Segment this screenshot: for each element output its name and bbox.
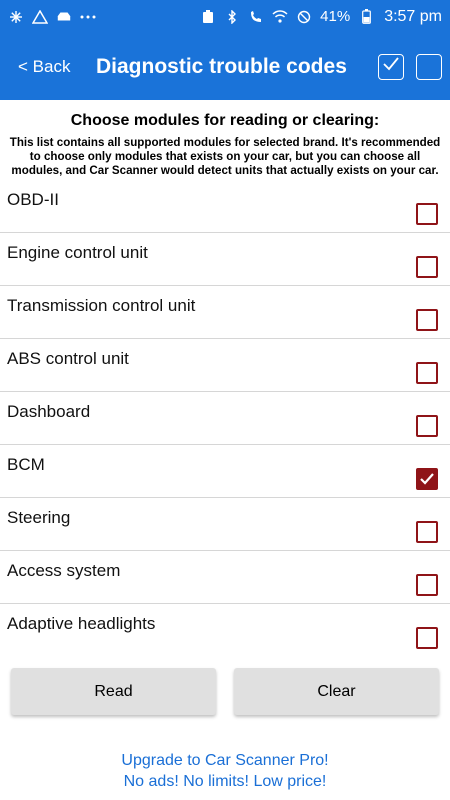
- action-buttons: Read Clear: [0, 668, 450, 715]
- module-row[interactable]: Access system: [0, 551, 450, 604]
- deselect-all-button[interactable]: [416, 53, 442, 80]
- wifi-call-icon: [248, 9, 264, 25]
- back-button[interactable]: < Back: [18, 57, 96, 77]
- more-icon: [80, 9, 96, 25]
- section-heading: Choose modules for reading or clearing:: [70, 112, 380, 129]
- module-label: Steering: [7, 508, 71, 527]
- promo-line-1: Upgrade to Car Scanner Pro!: [121, 752, 329, 769]
- upgrade-promo-link[interactable]: Upgrade to Car Scanner Pro! No ads! No l…: [0, 750, 450, 792]
- status-left-icons: [8, 9, 96, 25]
- module-label: BCM: [7, 455, 45, 474]
- app-bar: < Back Diagnostic trouble codes: [0, 33, 450, 100]
- module-checkbox[interactable]: [416, 203, 438, 225]
- checkmark-icon: [382, 56, 400, 77]
- module-label: Dashboard: [7, 402, 91, 421]
- module-row[interactable]: Engine control unit: [0, 233, 450, 286]
- status-time: 3:57 pm: [384, 7, 442, 25]
- bluetooth-icon: [224, 9, 240, 25]
- clear-button[interactable]: Clear: [234, 668, 439, 715]
- module-checkbox[interactable]: [416, 468, 438, 490]
- module-label: Access system: [7, 561, 121, 580]
- module-label: ABS control unit: [7, 349, 129, 368]
- page-title: Diagnostic trouble codes: [96, 54, 347, 78]
- module-row[interactable]: BCM: [0, 445, 450, 498]
- sparkle-icon: [8, 9, 24, 25]
- module-checkbox[interactable]: [416, 309, 438, 331]
- checkmark-icon: [420, 473, 434, 485]
- module-row[interactable]: OBD-II: [0, 180, 450, 233]
- module-checkbox[interactable]: [416, 574, 438, 596]
- module-row[interactable]: Dashboard: [0, 392, 450, 445]
- status-bar: 41% 3:57 pm: [0, 0, 450, 33]
- battery-percent: 41%: [320, 8, 351, 25]
- module-row[interactable]: Adaptive headlights: [0, 604, 450, 657]
- module-label: Engine control unit: [7, 243, 148, 262]
- section-description: This list contains all supported modules…: [9, 136, 441, 177]
- module-checkbox[interactable]: [416, 521, 438, 543]
- module-row[interactable]: Steering: [0, 498, 450, 551]
- module-label: OBD-II: [7, 190, 59, 209]
- module-checkbox[interactable]: [416, 256, 438, 278]
- module-checkbox[interactable]: [416, 362, 438, 384]
- battery-icon: [358, 9, 374, 25]
- do-not-disturb-icon: [296, 9, 312, 25]
- module-label: Adaptive headlights: [7, 614, 156, 633]
- module-row[interactable]: Transmission control unit: [0, 286, 450, 339]
- promo-line-2: No ads! No limits! Low price!: [123, 773, 327, 790]
- module-row[interactable]: ABS control unit: [0, 339, 450, 392]
- main-content: Choose modules for reading or clearing: …: [0, 100, 450, 792]
- warning-icon: [32, 9, 48, 25]
- module-label: Transmission control unit: [7, 296, 196, 315]
- car-icon: [56, 9, 72, 25]
- read-button[interactable]: Read: [11, 668, 216, 715]
- battery-saver-icon: [200, 9, 216, 25]
- module-checkbox[interactable]: [416, 627, 438, 649]
- wifi-icon: [272, 9, 288, 25]
- status-right-icons: 41% 3:57 pm: [200, 8, 442, 26]
- module-list: OBD-II Engine control unit Transmission co…: [0, 180, 450, 657]
- select-all-button[interactable]: [378, 53, 404, 80]
- module-checkbox[interactable]: [416, 415, 438, 437]
